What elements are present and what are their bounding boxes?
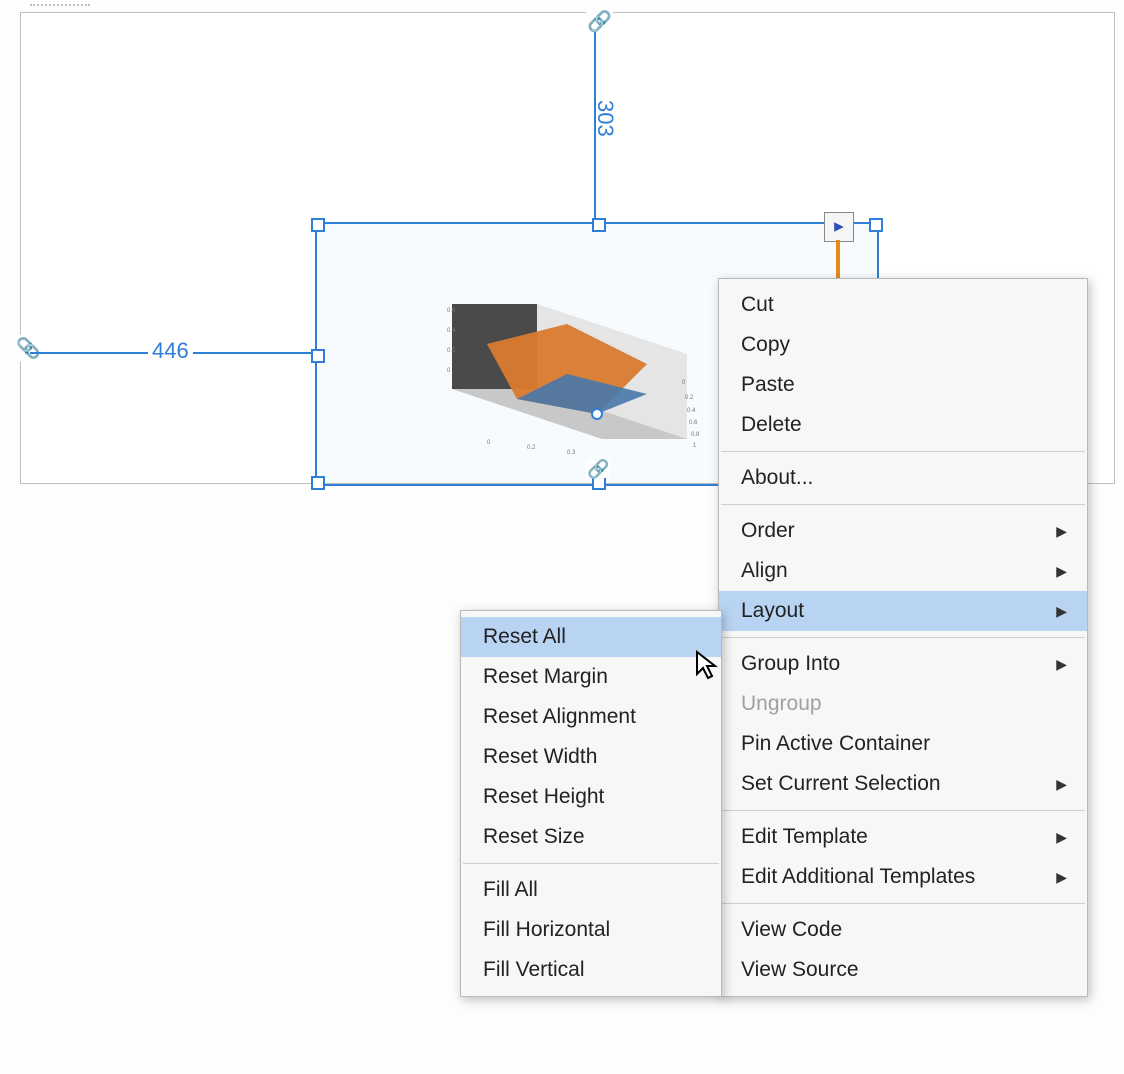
link-icon-top: 🔗 [586, 12, 613, 32]
menu-cut[interactable]: Cut [719, 285, 1087, 325]
svg-text:0.4: 0.4 [687, 408, 696, 414]
menu-pin-label: Pin Active Container [741, 732, 930, 756]
submenu-arrow-icon: ▶ [1056, 776, 1067, 793]
svg-text:0.8: 0.8 [691, 432, 700, 438]
submenu-reset-height-label: Reset Height [483, 785, 604, 809]
menu-separator [721, 637, 1085, 638]
menu-ungroup-label: Ungroup [741, 692, 822, 716]
menu-layout-label: Layout [741, 599, 804, 623]
svg-text:0.3: 0.3 [567, 450, 576, 456]
submenu-fill-vertical[interactable]: Fill Vertical [461, 950, 721, 990]
submenu-fill-horizontal[interactable]: Fill Horizontal [461, 910, 721, 950]
menu-pin-active-container[interactable]: Pin Active Container [719, 724, 1087, 764]
menu-view-code[interactable]: View Code [719, 910, 1087, 950]
menu-edit-template[interactable]: Edit Template ▶ [719, 817, 1087, 857]
menu-edit-template-label: Edit Template [741, 825, 868, 849]
menu-set-current-selection-label: Set Current Selection [741, 772, 941, 796]
menu-paste-label: Paste [741, 373, 795, 397]
menu-separator [721, 810, 1085, 811]
svg-text:0.2: 0.2 [527, 445, 536, 451]
submenu-reset-size-label: Reset Size [483, 825, 585, 849]
resize-handle-middle-left[interactable] [311, 349, 325, 363]
submenu-reset-all[interactable]: Reset All [461, 617, 721, 657]
menu-ungroup: Ungroup [719, 684, 1087, 724]
resize-handle-top-right[interactable] [869, 218, 883, 232]
svg-text:0.2: 0.2 [685, 395, 694, 401]
submenu-reset-alignment[interactable]: Reset Alignment [461, 697, 721, 737]
menu-delete-label: Delete [741, 413, 802, 437]
context-menu[interactable]: Cut Copy Paste Delete About... Order ▶ A… [718, 278, 1088, 997]
submenu-reset-alignment-label: Reset Alignment [483, 705, 636, 729]
submenu-reset-size[interactable]: Reset Size [461, 817, 721, 857]
surface-plot-3d: 0.6 0.4 0.2 0 0 0.2 0.3 0 0.2 0.4 0.6 0.… [447, 294, 707, 464]
menu-view-source[interactable]: View Source [719, 950, 1087, 990]
menu-separator [463, 863, 719, 864]
submenu-arrow-icon: ▶ [1056, 656, 1067, 673]
ruler-tick [30, 4, 90, 12]
resize-handle-top-left[interactable] [311, 218, 325, 232]
menu-order[interactable]: Order ▶ [719, 511, 1087, 551]
menu-delete[interactable]: Delete [719, 405, 1087, 445]
resize-handle-top-middle[interactable] [592, 218, 606, 232]
layout-submenu[interactable]: Reset All Reset Margin Reset Alignment R… [460, 610, 722, 997]
submenu-arrow-icon: ▶ [1056, 523, 1067, 540]
submenu-reset-width[interactable]: Reset Width [461, 737, 721, 777]
menu-paste[interactable]: Paste [719, 365, 1087, 405]
menu-copy-label: Copy [741, 333, 790, 357]
menu-separator [721, 504, 1085, 505]
submenu-fill-horizontal-label: Fill Horizontal [483, 918, 610, 942]
svg-text:1: 1 [693, 443, 697, 449]
menu-view-code-label: View Code [741, 918, 842, 942]
menu-edit-additional-templates[interactable]: Edit Additional Templates ▶ [719, 857, 1087, 897]
submenu-reset-width-label: Reset Width [483, 745, 597, 769]
link-icon-bottom: 🔗 [586, 460, 610, 478]
menu-separator [721, 451, 1085, 452]
menu-edit-additional-templates-label: Edit Additional Templates [741, 865, 975, 889]
submenu-reset-all-label: Reset All [483, 625, 566, 649]
svg-text:0.6: 0.6 [689, 420, 698, 426]
menu-group-into[interactable]: Group Into ▶ [719, 644, 1087, 684]
submenu-reset-margin[interactable]: Reset Margin [461, 657, 721, 697]
menu-about-label: About... [741, 466, 813, 490]
vertical-dimension-label: 303 [592, 100, 618, 137]
menu-view-source-label: View Source [741, 958, 859, 982]
resize-handle-bottom-left[interactable] [311, 476, 325, 490]
menu-set-current-selection[interactable]: Set Current Selection ▶ [719, 764, 1087, 804]
menu-cut-label: Cut [741, 293, 774, 317]
design-canvas[interactable]: 🔗 303 🔗 446 [0, 0, 1124, 1074]
menu-layout[interactable]: Layout ▶ [719, 591, 1087, 631]
adorner-connector [836, 240, 840, 280]
submenu-fill-vertical-label: Fill Vertical [483, 958, 585, 982]
submenu-arrow-icon: ▶ [1056, 829, 1067, 846]
horizontal-dimension-label: 446 [148, 338, 193, 364]
submenu-arrow-icon: ▶ [1056, 603, 1067, 620]
menu-group-into-label: Group Into [741, 652, 840, 676]
menu-about[interactable]: About... [719, 458, 1087, 498]
menu-separator [721, 903, 1085, 904]
menu-align[interactable]: Align ▶ [719, 551, 1087, 591]
submenu-fill-all-label: Fill All [483, 878, 538, 902]
submenu-fill-all[interactable]: Fill All [461, 870, 721, 910]
svg-text:0.6: 0.6 [447, 308, 456, 314]
menu-align-label: Align [741, 559, 788, 583]
svg-text:0.4: 0.4 [447, 328, 456, 334]
menu-copy[interactable]: Copy [719, 325, 1087, 365]
menu-order-label: Order [741, 519, 795, 543]
smart-tag-adorner[interactable] [824, 212, 854, 242]
submenu-reset-height[interactable]: Reset Height [461, 777, 721, 817]
submenu-arrow-icon: ▶ [1056, 869, 1067, 886]
svg-text:0: 0 [487, 440, 491, 446]
submenu-arrow-icon: ▶ [1056, 563, 1067, 580]
svg-text:0: 0 [447, 368, 451, 374]
link-icon-left: 🔗 [17, 335, 37, 362]
svg-text:0.2: 0.2 [447, 348, 456, 354]
submenu-reset-margin-label: Reset Margin [483, 665, 608, 689]
